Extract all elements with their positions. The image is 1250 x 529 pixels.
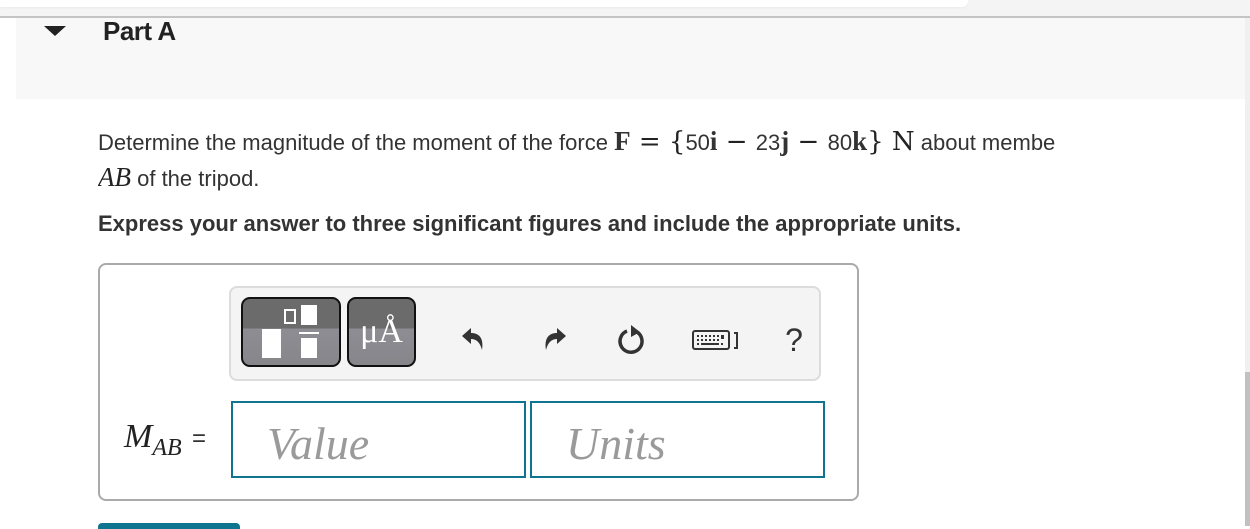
j-unit-vector: j [780, 126, 790, 156]
scrollbar-thumb[interactable] [1245, 372, 1250, 526]
part-title[interactable]: Part A [103, 16, 176, 47]
question-suffix: about membe [914, 130, 1056, 155]
i-coefficient: 50 [685, 130, 710, 155]
redo-button[interactable] [534, 318, 574, 362]
force-symbol: F [614, 126, 631, 156]
question-line2: of the tripod. [131, 166, 260, 191]
keyboard-icon [692, 330, 738, 350]
part-header[interactable] [16, 18, 1245, 99]
answer-label: MAB [124, 418, 182, 462]
keyboard-button[interactable] [692, 318, 742, 362]
close-brace: } [867, 127, 884, 157]
j-coefficient: 23 [755, 130, 781, 155]
question-prefix: Determine the magnitude of the moment of… [98, 130, 615, 155]
value-input[interactable] [231, 401, 526, 478]
instruction: Express your answer to three significant… [98, 211, 962, 236]
redo-icon [545, 328, 566, 350]
submit-button[interactable] [98, 523, 240, 529]
units-input[interactable] [530, 401, 825, 478]
force-unit: N [883, 127, 915, 157]
undo-icon [462, 328, 483, 350]
minus-sign: − [789, 127, 828, 157]
question-text: Determine the magnitude of the moment of… [98, 124, 1245, 196]
minus-sign: − [717, 127, 756, 157]
equals-sign: = [630, 127, 669, 157]
answer-label-subscript: AB [152, 435, 182, 461]
units-icon: μÅ [360, 313, 403, 350]
k-unit-vector: k [852, 126, 868, 156]
reset-icon [618, 325, 644, 354]
help-button[interactable]: ? [774, 318, 814, 362]
undo-button[interactable] [454, 318, 494, 362]
answer-equals: = [192, 425, 207, 452]
units-button[interactable]: μÅ [347, 297, 416, 367]
templates-button[interactable] [241, 297, 341, 367]
k-coefficient: 80 [827, 130, 853, 155]
previous-card-edge [0, 0, 968, 7]
member-label: AB [98, 162, 131, 192]
answer-label-main: M [124, 418, 153, 455]
reset-button[interactable] [613, 318, 653, 362]
caret-down-icon[interactable] [44, 26, 66, 36]
open-brace: { [668, 127, 686, 157]
